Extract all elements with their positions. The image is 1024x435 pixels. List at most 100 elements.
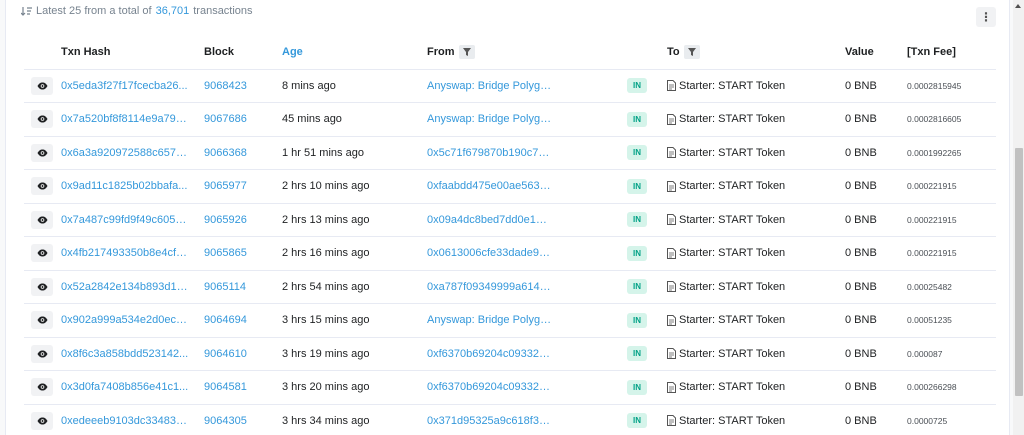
table-row: 0x902a999a534e2d0ec2... 9064694 3 hrs 15… bbox=[24, 303, 996, 338]
txn-hash-link[interactable]: 0x7a520bf8f8114e9a790... bbox=[61, 113, 189, 125]
txn-hash-link[interactable]: 0x4fb217493350b8e4cf4... bbox=[61, 247, 189, 259]
direction-badge: IN bbox=[627, 78, 647, 94]
value-text: 0 BNB bbox=[845, 213, 877, 226]
eye-icon[interactable] bbox=[31, 277, 53, 296]
age-text: 2 hrs 16 mins ago bbox=[282, 247, 370, 260]
table-row: 0x6a3a920972588c657b... 9066368 1 hr 51 … bbox=[24, 136, 996, 170]
total-transactions-link[interactable]: 36,701 bbox=[156, 5, 190, 17]
txn-fee-text: 0.0000725 bbox=[907, 415, 948, 426]
direction-badge: IN bbox=[627, 279, 647, 295]
txn-fee-text: 0.000221915 bbox=[907, 181, 957, 192]
age-text: 3 hrs 34 mins ago bbox=[282, 414, 370, 427]
value-text: 0 BNB bbox=[845, 180, 877, 193]
txn-hash-link[interactable]: 0x7a487c99fd9f49c605a... bbox=[61, 214, 189, 226]
preview-cell bbox=[24, 236, 61, 271]
from-address-link[interactable]: Anyswap: Bridge Polygon bbox=[427, 113, 552, 125]
age-text: 3 hrs 15 mins ago bbox=[282, 314, 370, 327]
from-address-link[interactable]: 0xfaabdd475e00ae563c... bbox=[427, 180, 552, 192]
preview-cell bbox=[24, 69, 61, 103]
block-link[interactable]: 9065865 bbox=[204, 247, 247, 259]
preview-cell bbox=[24, 203, 61, 237]
age-text: 3 hrs 19 mins ago bbox=[282, 347, 370, 360]
table-row: 0x7a487c99fd9f49c605a... 9065926 2 hrs 1… bbox=[24, 203, 996, 237]
age-text: 2 hrs 13 mins ago bbox=[282, 213, 370, 226]
eye-icon[interactable] bbox=[31, 344, 53, 363]
txn-fee-text: 0.0002816605 bbox=[907, 114, 962, 125]
eye-icon[interactable] bbox=[31, 76, 53, 95]
table-row: 0x4fb217493350b8e4cf4... 9065865 2 hrs 1… bbox=[24, 236, 996, 271]
from-address-link[interactable]: 0x371d95325a9c618f3d... bbox=[427, 415, 552, 427]
age-text: 2 hrs 54 mins ago bbox=[282, 280, 370, 293]
txn-hash-link[interactable]: 0x5eda3f27f17fcecba26... bbox=[61, 80, 188, 92]
preview-cell bbox=[24, 370, 61, 405]
header-block: Block bbox=[204, 36, 282, 70]
block-link[interactable]: 9066368 bbox=[204, 147, 247, 159]
block-link[interactable]: 9067686 bbox=[204, 113, 247, 125]
block-link[interactable]: 9065114 bbox=[204, 281, 246, 293]
block-link[interactable]: 9065926 bbox=[204, 214, 247, 226]
header-txn-fee[interactable]: [Txn Fee] bbox=[907, 36, 996, 70]
filter-icon bbox=[687, 48, 696, 57]
block-link[interactable]: 9064305 bbox=[204, 415, 247, 427]
txn-hash-link[interactable]: 0x3d0fa7408b856e41c1... bbox=[61, 381, 188, 393]
table-row: 0x8f6c3a858bdd523142... 9064610 3 hrs 19… bbox=[24, 337, 996, 371]
contract-file-icon bbox=[667, 247, 676, 259]
direction-badge: IN bbox=[627, 346, 647, 362]
txn-hash-link[interactable]: 0x8f6c3a858bdd523142... bbox=[61, 348, 188, 360]
txn-fee-text: 0.00051235 bbox=[907, 315, 952, 326]
table-row: 0x9ad11c1825b02bbafa... 9065977 2 hrs 10… bbox=[24, 169, 996, 204]
from-address-link[interactable]: 0x5c71f679870b190c75... bbox=[427, 147, 552, 159]
preview-cell bbox=[24, 270, 61, 304]
direction-badge: IN bbox=[627, 312, 647, 328]
txn-hash-link[interactable]: 0x6a3a920972588c657b... bbox=[61, 147, 189, 159]
eye-icon[interactable] bbox=[31, 110, 53, 129]
header-age[interactable]: Age bbox=[282, 36, 427, 70]
scrollbar-thumb[interactable] bbox=[1015, 148, 1023, 396]
txn-hash-link[interactable]: 0x902a999a534e2d0ec2... bbox=[61, 314, 189, 326]
block-link[interactable]: 9064610 bbox=[204, 348, 247, 360]
age-text: 1 hr 51 mins ago bbox=[282, 146, 364, 159]
txn-hash-link[interactable]: 0xedeeeb9103dc334839... bbox=[61, 415, 189, 427]
block-link[interactable]: 9068423 bbox=[204, 80, 247, 92]
to-contract-label: Starter: START Token bbox=[679, 314, 786, 327]
header-txn-hash: Txn Hash bbox=[61, 36, 204, 70]
to-contract-label: Starter: START Token bbox=[679, 79, 786, 92]
from-address-link[interactable]: 0xf6370b69204c09332f0... bbox=[427, 381, 552, 393]
txn-hash-link[interactable]: 0x9ad11c1825b02bbafa... bbox=[61, 180, 187, 192]
preview-cell bbox=[24, 102, 61, 137]
txn-hash-link[interactable]: 0x52a2842e134b893d1d... bbox=[61, 281, 189, 293]
table-row: 0x52a2842e134b893d1d... 9065114 2 hrs 54… bbox=[24, 270, 996, 304]
from-filter-button[interactable] bbox=[458, 45, 475, 60]
from-address-link[interactable]: 0xf6370b69204c09332f0... bbox=[427, 348, 552, 360]
block-link[interactable]: 9065977 bbox=[204, 180, 247, 192]
eye-icon[interactable] bbox=[31, 244, 53, 263]
txn-fee-text: 0.0002815945 bbox=[907, 80, 962, 91]
sort-descending-icon bbox=[20, 6, 32, 17]
scroll-up-arrow-icon[interactable] bbox=[1015, 4, 1021, 8]
block-link[interactable]: 9064581 bbox=[204, 381, 247, 393]
eye-icon[interactable] bbox=[31, 378, 53, 397]
from-address-link[interactable]: Anyswap: Bridge Polygon bbox=[427, 80, 552, 92]
eye-icon[interactable] bbox=[31, 143, 53, 162]
from-address-link[interactable]: 0xa787f09349999a6143... bbox=[427, 281, 552, 293]
txn-fee-text: 0.000221915 bbox=[907, 248, 957, 259]
table-row: 0x3d0fa7408b856e41c1... 9064581 3 hrs 20… bbox=[24, 370, 996, 405]
from-address-link[interactable]: 0x09a4dc8bed7dd0e1b7... bbox=[427, 214, 552, 226]
from-address-link[interactable]: Anyswap: Bridge Polygon bbox=[427, 314, 552, 326]
value-text: 0 BNB bbox=[845, 79, 877, 92]
block-link[interactable]: 9064694 bbox=[204, 314, 247, 326]
eye-icon[interactable] bbox=[31, 210, 53, 229]
to-filter-button[interactable] bbox=[683, 45, 700, 60]
filter-icon bbox=[462, 48, 471, 57]
contract-file-icon bbox=[667, 180, 676, 192]
eye-icon[interactable] bbox=[31, 411, 53, 430]
more-options-button[interactable]: ⋮ bbox=[976, 7, 996, 27]
header-preview bbox=[24, 36, 61, 70]
contract-file-icon bbox=[667, 348, 676, 360]
from-address-link[interactable]: 0x0613006cfe33dade9a... bbox=[427, 247, 552, 259]
header-to: To bbox=[667, 36, 845, 70]
to-contract-label: Starter: START Token bbox=[679, 180, 786, 193]
eye-icon[interactable] bbox=[31, 311, 53, 330]
eye-icon[interactable] bbox=[31, 177, 53, 196]
preview-cell bbox=[24, 337, 61, 371]
